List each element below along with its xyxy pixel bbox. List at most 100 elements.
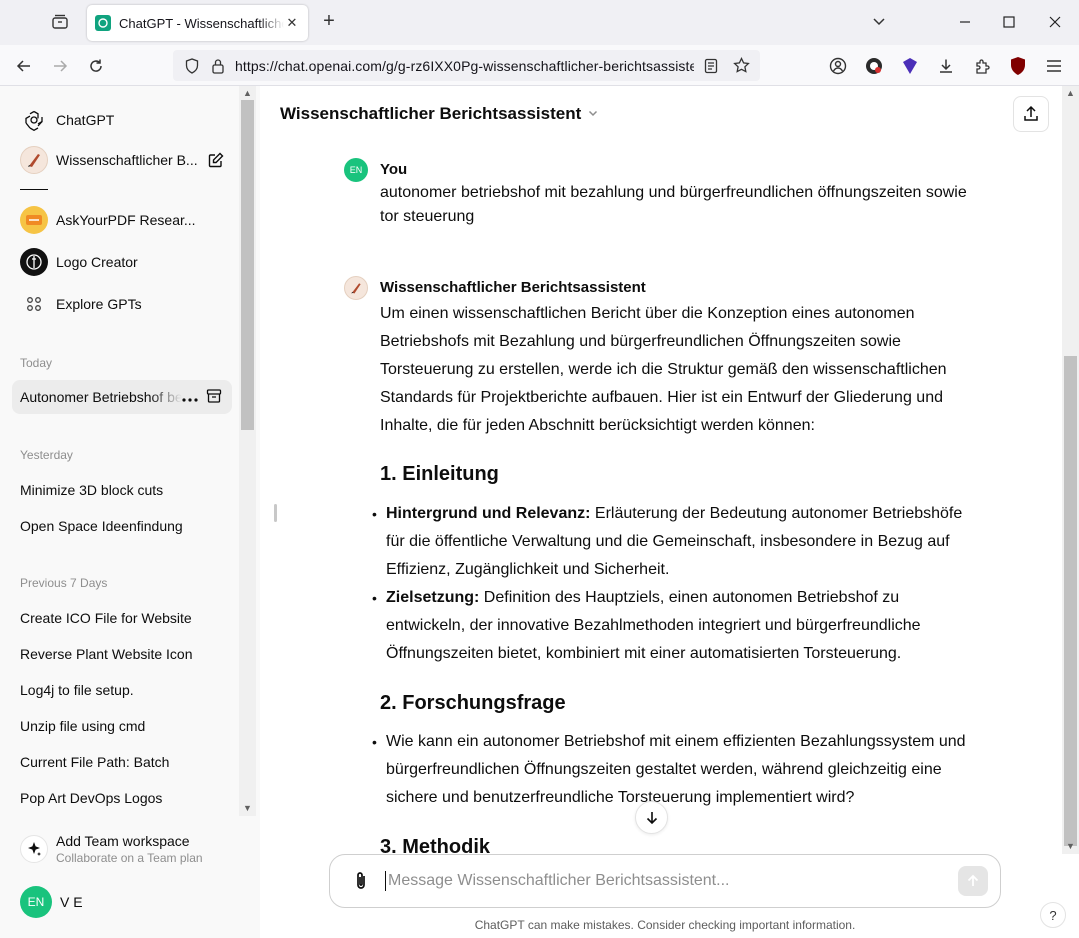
main-panel: Wissenschaftlicher Berichtsassistent EN … (260, 86, 1079, 938)
conversation-item[interactable]: Create ICO File for Website (12, 601, 232, 635)
minimize-icon[interactable] (955, 12, 975, 32)
arrow-down-icon (646, 811, 657, 824)
section-heading: 3. Methodik (380, 836, 491, 854)
browser-nav-bar: https://chat.openai.com/g/g-rz6IXX0Pg-wi… (0, 45, 1079, 108)
reader-view-icon[interactable] (700, 58, 722, 74)
user-avatar: EN (344, 158, 368, 182)
conversation-item-active[interactable]: Autonomer Betriebshof bezahlung (12, 380, 232, 414)
sidebar-item-logo-creator[interactable]: Logo Creator (12, 244, 232, 280)
tab-close-icon[interactable]: ✕ (284, 15, 300, 31)
ublock-shield-icon[interactable] (1007, 55, 1029, 77)
section-heading: 2. Forschungsfrage (380, 692, 566, 714)
assistant-intro-text: Um einen wissenschaftlichen Bericht über… (380, 305, 947, 434)
vpn-extension-icon[interactable] (863, 55, 885, 77)
assistant-author: Wissenschaftlicher Berichtsassistent (380, 279, 646, 296)
sidebar-scrollbar[interactable]: ▲ ▼ (239, 86, 256, 816)
sidebar-item-current-gpt[interactable]: Wissenschaftlicher B... (12, 142, 232, 178)
active-tab[interactable]: ChatGPT - Wissenschaftlicher Berichtsass… (87, 5, 308, 41)
paperclip-icon[interactable] (348, 868, 374, 894)
scroll-to-bottom-button[interactable] (635, 801, 668, 834)
new-tab-icon[interactable]: + (318, 11, 340, 33)
user-author: You (380, 161, 408, 178)
edit-icon[interactable] (208, 152, 224, 168)
conversation-item[interactable]: Open Space Ideenfindung (12, 509, 232, 543)
list-item: • Hintergrund und Relevanz: Erläuterung d… (372, 505, 963, 578)
downloads-icon[interactable] (935, 55, 957, 77)
lock-icon[interactable] (209, 57, 227, 75)
message-composer[interactable]: Message Wissenschaftlicher Berichtsassis… (329, 854, 1001, 908)
share-icon (1024, 105, 1038, 121)
openai-logo-icon (20, 106, 48, 134)
section-previous-7-days-title: Previous 7 Days (20, 576, 108, 590)
conversation-item[interactable]: Minimize 3D block cuts (12, 473, 232, 507)
list-item: • Wie kann ein autonomer Betriebshof mit … (372, 733, 966, 806)
user-name: V E (60, 894, 83, 910)
gpt-title-dropdown[interactable]: Wissenschaftlicher Berichtsassistent (280, 104, 599, 124)
firefox-view-icon[interactable] (48, 10, 72, 34)
conversation-item[interactable]: Unzip file using cmd (12, 709, 232, 743)
close-window-icon[interactable] (1045, 12, 1065, 32)
logo-creator-icon (20, 248, 48, 276)
conversation-thread: EN You autonomer betriebshof mit bezahlu… (344, 158, 984, 854)
archive-icon[interactable] (206, 388, 222, 407)
sidebar-item-askyourpdf[interactable]: AskYourPDF Resear... (12, 202, 232, 238)
avatar: EN (20, 886, 52, 918)
askyourpdf-icon (20, 206, 48, 234)
gpt-avatar-icon (20, 146, 48, 174)
user-message-text: autonomer betriebshof mit bezahlung und … (380, 184, 967, 225)
send-button[interactable] (958, 866, 988, 896)
section-today-title: Today (20, 356, 53, 370)
user-menu[interactable]: EN V E (12, 882, 242, 922)
message-input[interactable]: Message Wissenschaftlicher Berichtsassis… (388, 872, 958, 890)
scroll-up-arrow-icon[interactable]: ▲ (242, 88, 253, 99)
sidebar-item-chatgpt[interactable]: ChatGPT (12, 102, 232, 138)
hamburger-menu-icon[interactable] (1043, 55, 1065, 77)
forward-arrow-icon[interactable] (49, 55, 71, 77)
section-heading: 1. Einleitung (380, 463, 499, 485)
maximize-icon[interactable] (999, 12, 1019, 32)
tracking-shield-icon[interactable] (183, 57, 201, 75)
team-title: Add Team workspace (56, 833, 190, 849)
conversation-item[interactable]: Pop Art DevOps Logos (12, 781, 232, 815)
section-yesterday-title: Yesterday (20, 448, 73, 462)
sidebar-divider (20, 189, 48, 190)
chevron-down-icon (587, 104, 599, 124)
chatgpt-favicon-icon (95, 15, 111, 31)
scroll-up-arrow-icon[interactable]: ▲ (1065, 88, 1076, 99)
url-text: https://chat.openai.com/g/g-rz6IXX0Pg-wi… (235, 57, 694, 74)
tab-title: ChatGPT - Wissenschaftlicher Berichtsass… (119, 15, 284, 31)
browser-tab-bar: ChatGPT - Wissenschaftlicher Berichtsass… (0, 0, 1079, 45)
main-scroll-thumb[interactable] (1064, 356, 1077, 846)
sidebar: ChatGPT Wissenschaftlicher B... AskYourP… (0, 86, 260, 938)
extensions-puzzle-icon[interactable] (971, 55, 993, 77)
main-scrollbar[interactable]: ▲ ▼ (1062, 86, 1079, 854)
grid-icon (20, 290, 48, 318)
conversation-item[interactable]: Reverse Plant Website Icon (12, 637, 232, 671)
scroll-down-arrow-icon[interactable]: ▼ (242, 803, 253, 814)
conversation-item[interactable]: Log4j to file setup. (12, 673, 232, 707)
sidebar-resize-handle[interactable] (274, 504, 277, 522)
sidebar-scroll-area[interactable]: ChatGPT Wissenschaftlicher B... AskYourP… (0, 86, 238, 816)
team-subtitle: Collaborate on a Team plan (56, 851, 203, 865)
arrow-up-icon (967, 874, 979, 886)
sidebar-item-explore-gpts[interactable]: Explore GPTs (12, 286, 232, 322)
bookmark-star-icon[interactable] (730, 57, 752, 74)
list-item: • Zielsetzung: Definition des Hauptziels,… (372, 589, 921, 662)
reload-icon[interactable] (85, 55, 107, 77)
add-team-workspace-button[interactable]: Add Team workspace Collaborate on a Team… (12, 826, 242, 872)
address-bar[interactable]: https://chat.openai.com/g/g-rz6IXX0Pg-wi… (173, 50, 760, 81)
account-icon[interactable] (827, 55, 849, 77)
conversation-item[interactable]: Current File Path: Batch (12, 745, 232, 779)
back-arrow-icon[interactable] (13, 55, 35, 77)
more-options-icon[interactable] (182, 389, 198, 405)
extension-shield-icon[interactable] (899, 55, 921, 77)
sparkle-icon (20, 835, 48, 863)
scroll-down-arrow-icon[interactable]: ▼ (1065, 841, 1076, 852)
disclaimer: ChatGPT can make mistakes. Consider chec… (474, 918, 856, 932)
list-all-tabs-chevron-icon[interactable] (870, 12, 890, 32)
sidebar-scroll-thumb[interactable] (241, 100, 254, 430)
share-button[interactable] (1013, 96, 1049, 132)
text-cursor (385, 871, 386, 891)
help-button[interactable]: ? (1040, 902, 1066, 928)
gpt-avatar-icon (344, 276, 368, 300)
